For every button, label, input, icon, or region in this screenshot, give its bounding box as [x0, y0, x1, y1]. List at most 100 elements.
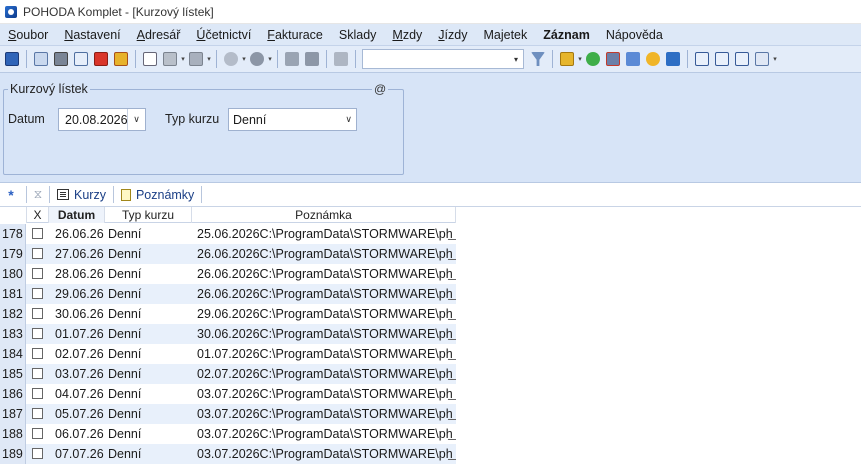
row-checkbox-cell: [27, 404, 49, 424]
tab-poznamky[interactable]: Poznámky: [118, 188, 197, 202]
refresh-icon[interactable]: [248, 50, 266, 68]
rate-type-chevron-icon[interactable]: ∨: [345, 109, 352, 130]
filter-icon[interactable]: [529, 50, 547, 68]
chevron-down-icon[interactable]: ▾: [509, 50, 523, 68]
row-checkbox[interactable]: [32, 228, 43, 239]
menu-item-5[interactable]: Sklady: [331, 28, 385, 42]
folder-icon[interactable]: [558, 50, 576, 68]
row-checkbox[interactable]: [32, 388, 43, 399]
menu-accelerator: F: [267, 27, 275, 42]
print-icon[interactable]: [52, 50, 70, 68]
date-label: Datum: [8, 112, 45, 126]
green-badge-icon[interactable]: [584, 50, 602, 68]
menu-item-10[interactable]: Nápověda: [598, 28, 671, 42]
row-checkbox[interactable]: [32, 308, 43, 319]
row-number-header: [0, 207, 27, 223]
print-preview-icon[interactable]: [72, 50, 90, 68]
column-header-poznamka[interactable]: Poznámka: [192, 207, 456, 223]
table-row[interactable]: 182 30.06.26 Denní 29.06.2026C:\ProgramData…: [0, 304, 456, 324]
column-header-typ-kurzu[interactable]: Typ kurzu: [105, 207, 192, 223]
window-title: POHODA Komplet - [Kurzový lístek]: [23, 4, 214, 19]
row-checkbox-cell: [27, 364, 49, 384]
menu-item-2[interactable]: Adresář: [129, 28, 189, 42]
table-row[interactable]: 187 05.07.26 Denní 03.07.2026C:\ProgramData…: [0, 404, 456, 424]
table-row[interactable]: 185 03.07.26 Denní 02.07.2026C:\ProgramData…: [0, 364, 456, 384]
iban-icon[interactable]: [664, 50, 682, 68]
rate-type-value: Denní: [233, 112, 267, 127]
calendar-table-icon[interactable]: [604, 50, 622, 68]
row-checkbox[interactable]: [32, 428, 43, 439]
row-checkbox[interactable]: [32, 248, 43, 259]
note-underline: [448, 419, 456, 420]
row-date: 07.07.26: [55, 447, 104, 461]
groupbox-at-marker: @: [372, 82, 389, 96]
rate-type-select[interactable]: Denní ∨: [228, 108, 357, 131]
refresh-dropdown-icon[interactable]: ▾: [267, 50, 273, 68]
menu-item-0[interactable]: Soubor: [0, 28, 56, 42]
column-header-x[interactable]: X: [27, 207, 49, 223]
pdf-icon[interactable]: [92, 50, 110, 68]
agenda-list-icon[interactable]: [3, 50, 21, 68]
pdf-email-icon[interactable]: [112, 50, 130, 68]
menu-item-4[interactable]: Fakturace: [259, 28, 331, 42]
new-row-star-icon[interactable]: *: [0, 187, 22, 203]
row-checkbox[interactable]: [32, 268, 43, 279]
row-number: 183: [0, 324, 26, 344]
back-dropdown-icon[interactable]: ▾: [241, 50, 247, 68]
menu-accelerator: A: [136, 27, 145, 42]
copy-document-icon[interactable]: [32, 50, 50, 68]
window-icon[interactable]: [693, 50, 711, 68]
table-row[interactable]: 183 01.07.26 Denní 30.06.2026C:\ProgramData…: [0, 324, 456, 344]
row-checkbox[interactable]: [32, 288, 43, 299]
row-checkbox-cell: [27, 304, 49, 324]
menu-item-6[interactable]: Mzdy: [384, 28, 430, 42]
calculator-icon[interactable]: [624, 50, 642, 68]
back-arrow-icon[interactable]: [222, 50, 240, 68]
folder-dropdown-icon[interactable]: ▾: [577, 50, 583, 68]
tab-filter-icon[interactable]: ⧖: [31, 187, 45, 202]
table-row[interactable]: 178 26.06.26 Denní 25.06.2026C:\ProgramData…: [0, 224, 456, 244]
menu-item-7[interactable]: Jízdy: [430, 28, 475, 42]
save-as-icon[interactable]: [303, 50, 321, 68]
table-row[interactable]: 184 02.07.26 Denní 01.07.2026C:\ProgramData…: [0, 344, 456, 364]
table-row[interactable]: 180 28.06.26 Denní 26.06.2026C:\ProgramData…: [0, 264, 456, 284]
delete-dropdown-icon[interactable]: ▾: [206, 50, 212, 68]
row-checkbox[interactable]: [32, 448, 43, 459]
note-underline: [448, 379, 456, 380]
row-checkbox-cell: [27, 264, 49, 284]
help-cursor-icon[interactable]: [753, 50, 771, 68]
table-row[interactable]: 179 27.06.26 Denní 26.06.2026C:\ProgramData…: [0, 244, 456, 264]
menu-item-3[interactable]: Účetnictví: [188, 28, 259, 42]
table-row[interactable]: 186 04.07.26 Denní 03.07.2026C:\ProgramData…: [0, 384, 456, 404]
row-checkbox[interactable]: [32, 408, 43, 419]
users-icon[interactable]: [644, 50, 662, 68]
menu-item-9[interactable]: Záznam: [535, 28, 598, 42]
table-row[interactable]: 188 06.07.26 Denní 03.07.2026C:\ProgramData…: [0, 424, 456, 444]
clipboard-icon[interactable]: [332, 50, 350, 68]
row-note: 03.07.2026C:\ProgramData\STORMWARE\ph ři: [197, 427, 453, 441]
row-checkbox-cell: [27, 284, 49, 304]
row-note: 26.06.2026C:\ProgramData\STORMWARE\ph ři: [197, 267, 453, 281]
column-header-datum[interactable]: Datum: [49, 207, 105, 223]
edit-dropdown-icon[interactable]: ▾: [180, 50, 186, 68]
row-checkbox[interactable]: [32, 368, 43, 379]
monitor-icon[interactable]: [733, 50, 751, 68]
window-split-icon[interactable]: [713, 50, 731, 68]
menu-item-8[interactable]: Majetek: [475, 28, 535, 42]
row-checkbox[interactable]: [32, 328, 43, 339]
help-dropdown-icon[interactable]: ▾: [772, 50, 778, 68]
date-field[interactable]: 20.08.2026 ∨: [58, 108, 146, 131]
quick-search-combo[interactable]: ▾: [362, 49, 524, 69]
row-checkbox[interactable]: [32, 348, 43, 359]
delete-record-icon[interactable]: [187, 50, 205, 68]
table-row[interactable]: 181 29.06.26 Denní 26.06.2026C:\ProgramData…: [0, 284, 456, 304]
tab-kurzy[interactable]: Kurzy: [54, 188, 109, 202]
row-note: 30.06.2026C:\ProgramData\STORMWARE\ph ři: [197, 327, 453, 341]
save-icon[interactable]: [283, 50, 301, 68]
new-record-icon[interactable]: [141, 50, 159, 68]
row-number: 184: [0, 344, 26, 364]
edit-record-icon[interactable]: [161, 50, 179, 68]
menu-item-1[interactable]: Nastavení: [56, 28, 128, 42]
table-row[interactable]: 189 07.07.26 Denní 03.07.2026C:\ProgramData…: [0, 444, 456, 464]
date-dropdown-icon[interactable]: ∨: [127, 109, 145, 130]
